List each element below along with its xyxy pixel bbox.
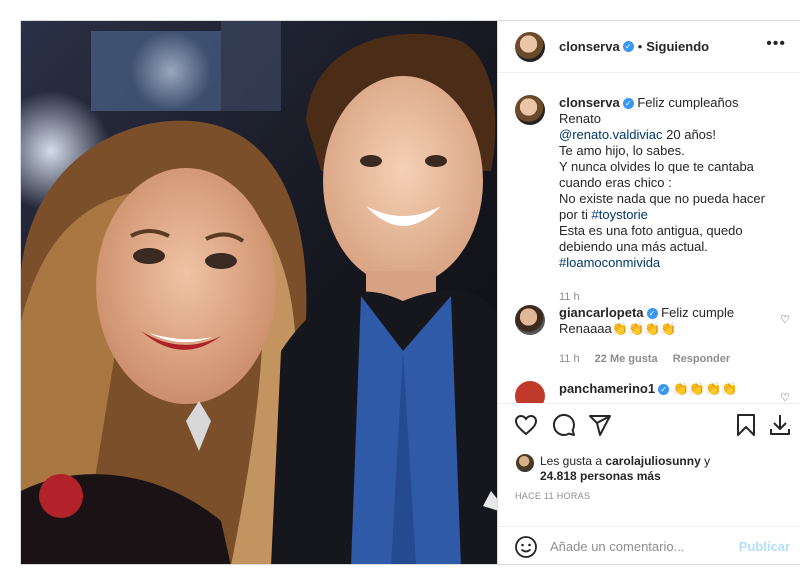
comment-like-icon[interactable]: ♡ <box>780 313 790 326</box>
comment-icon[interactable] <box>552 413 576 437</box>
emoji-icon[interactable] <box>514 535 538 559</box>
comment-likes[interactable]: 22 Me gusta <box>595 353 658 365</box>
likes-prefix: Les gusta a <box>540 454 606 468</box>
commenter-avatar[interactable] <box>515 305 545 335</box>
post-photo[interactable] <box>20 20 498 565</box>
more-options-icon[interactable]: ••• <box>766 35 786 53</box>
author-username[interactable]: clonserva <box>559 39 620 54</box>
publish-button[interactable]: Publicar <box>739 539 790 554</box>
comment-text: 👏👏👏👏 <box>672 381 738 396</box>
bookmark-icon[interactable] <box>734 413 758 437</box>
caption-line-3: Y nunca olvides lo que te cantaba cuando… <box>559 159 754 190</box>
comment-like-icon[interactable]: ♡ <box>780 391 790 403</box>
post-header: clonserva ✓ • Siguiendo ••• <box>498 21 800 73</box>
post-sidebar: clonserva ✓ • Siguiendo ••• clonserva ✓ F… <box>498 20 800 565</box>
comment-item: giancarlopeta ✓ Feliz cumple Renaaaa👏👏👏👏 … <box>498 305 800 367</box>
likes-count[interactable]: 24.818 personas más <box>540 469 661 483</box>
comment-username[interactable]: panchamerino1 <box>559 381 655 396</box>
action-bar <box>498 403 800 440</box>
separator-dot: • <box>637 39 643 54</box>
comment-username[interactable]: giancarlopeta <box>559 305 644 320</box>
share-icon[interactable] <box>588 413 612 437</box>
commenter-avatar[interactable] <box>515 381 545 403</box>
caption-line-2: Te amo hijo, lo sabes. <box>559 143 685 158</box>
caption-line-1b: 20 años! <box>662 127 717 142</box>
hashtag-link[interactable]: #loamoconmivida <box>559 255 779 271</box>
comment-input[interactable]: Añade un comentario... <box>550 539 739 554</box>
verified-icon: ✓ <box>622 41 634 52</box>
caption-avatar[interactable] <box>515 95 545 125</box>
comment-item: panchamerino1 ✓ 👏👏👏👏 <box>498 381 800 403</box>
verified-icon: ✓ <box>646 308 658 320</box>
caption-line-5: Esta es una foto antigua, quedo debiendo… <box>559 223 743 254</box>
caption-line-4: No existe nada que no pueda hacer por ti <box>559 191 765 222</box>
post-time[interactable]: HACE 11 HORAS <box>515 491 590 501</box>
caption-username[interactable]: clonserva <box>559 95 620 110</box>
caption-time[interactable]: 11 h <box>559 291 580 303</box>
add-comment-bar: Añade un comentario... Publicar <box>498 526 800 566</box>
reply-button[interactable]: Responder <box>673 353 730 365</box>
verified-icon: ✓ <box>622 98 634 110</box>
comment-time[interactable]: 11 h <box>559 353 580 365</box>
likes-summary: Les gusta a carolajuliosunny y 24.818 pe… <box>516 454 710 484</box>
heart-icon[interactable] <box>514 413 538 437</box>
likes-mid: y <box>700 454 711 468</box>
following-button[interactable]: Siguiendo <box>646 39 709 54</box>
photo-image <box>21 21 497 564</box>
verified-icon: ✓ <box>658 384 670 396</box>
download-icon[interactable] <box>768 413 792 437</box>
hashtag-link[interactable]: #toystorie <box>592 207 648 222</box>
mention-link[interactable]: @renato.valdiviac <box>559 127 663 142</box>
liker-avatar[interactable] <box>516 454 534 472</box>
liker-username[interactable]: carolajuliosunny <box>605 454 700 468</box>
caption: clonserva ✓ Feliz cumpleaños Renato @renat… <box>515 95 779 305</box>
comments-list[interactable]: clonserva ✓ Feliz cumpleaños Renato @renat… <box>498 73 800 403</box>
author-avatar[interactable] <box>515 31 545 62</box>
